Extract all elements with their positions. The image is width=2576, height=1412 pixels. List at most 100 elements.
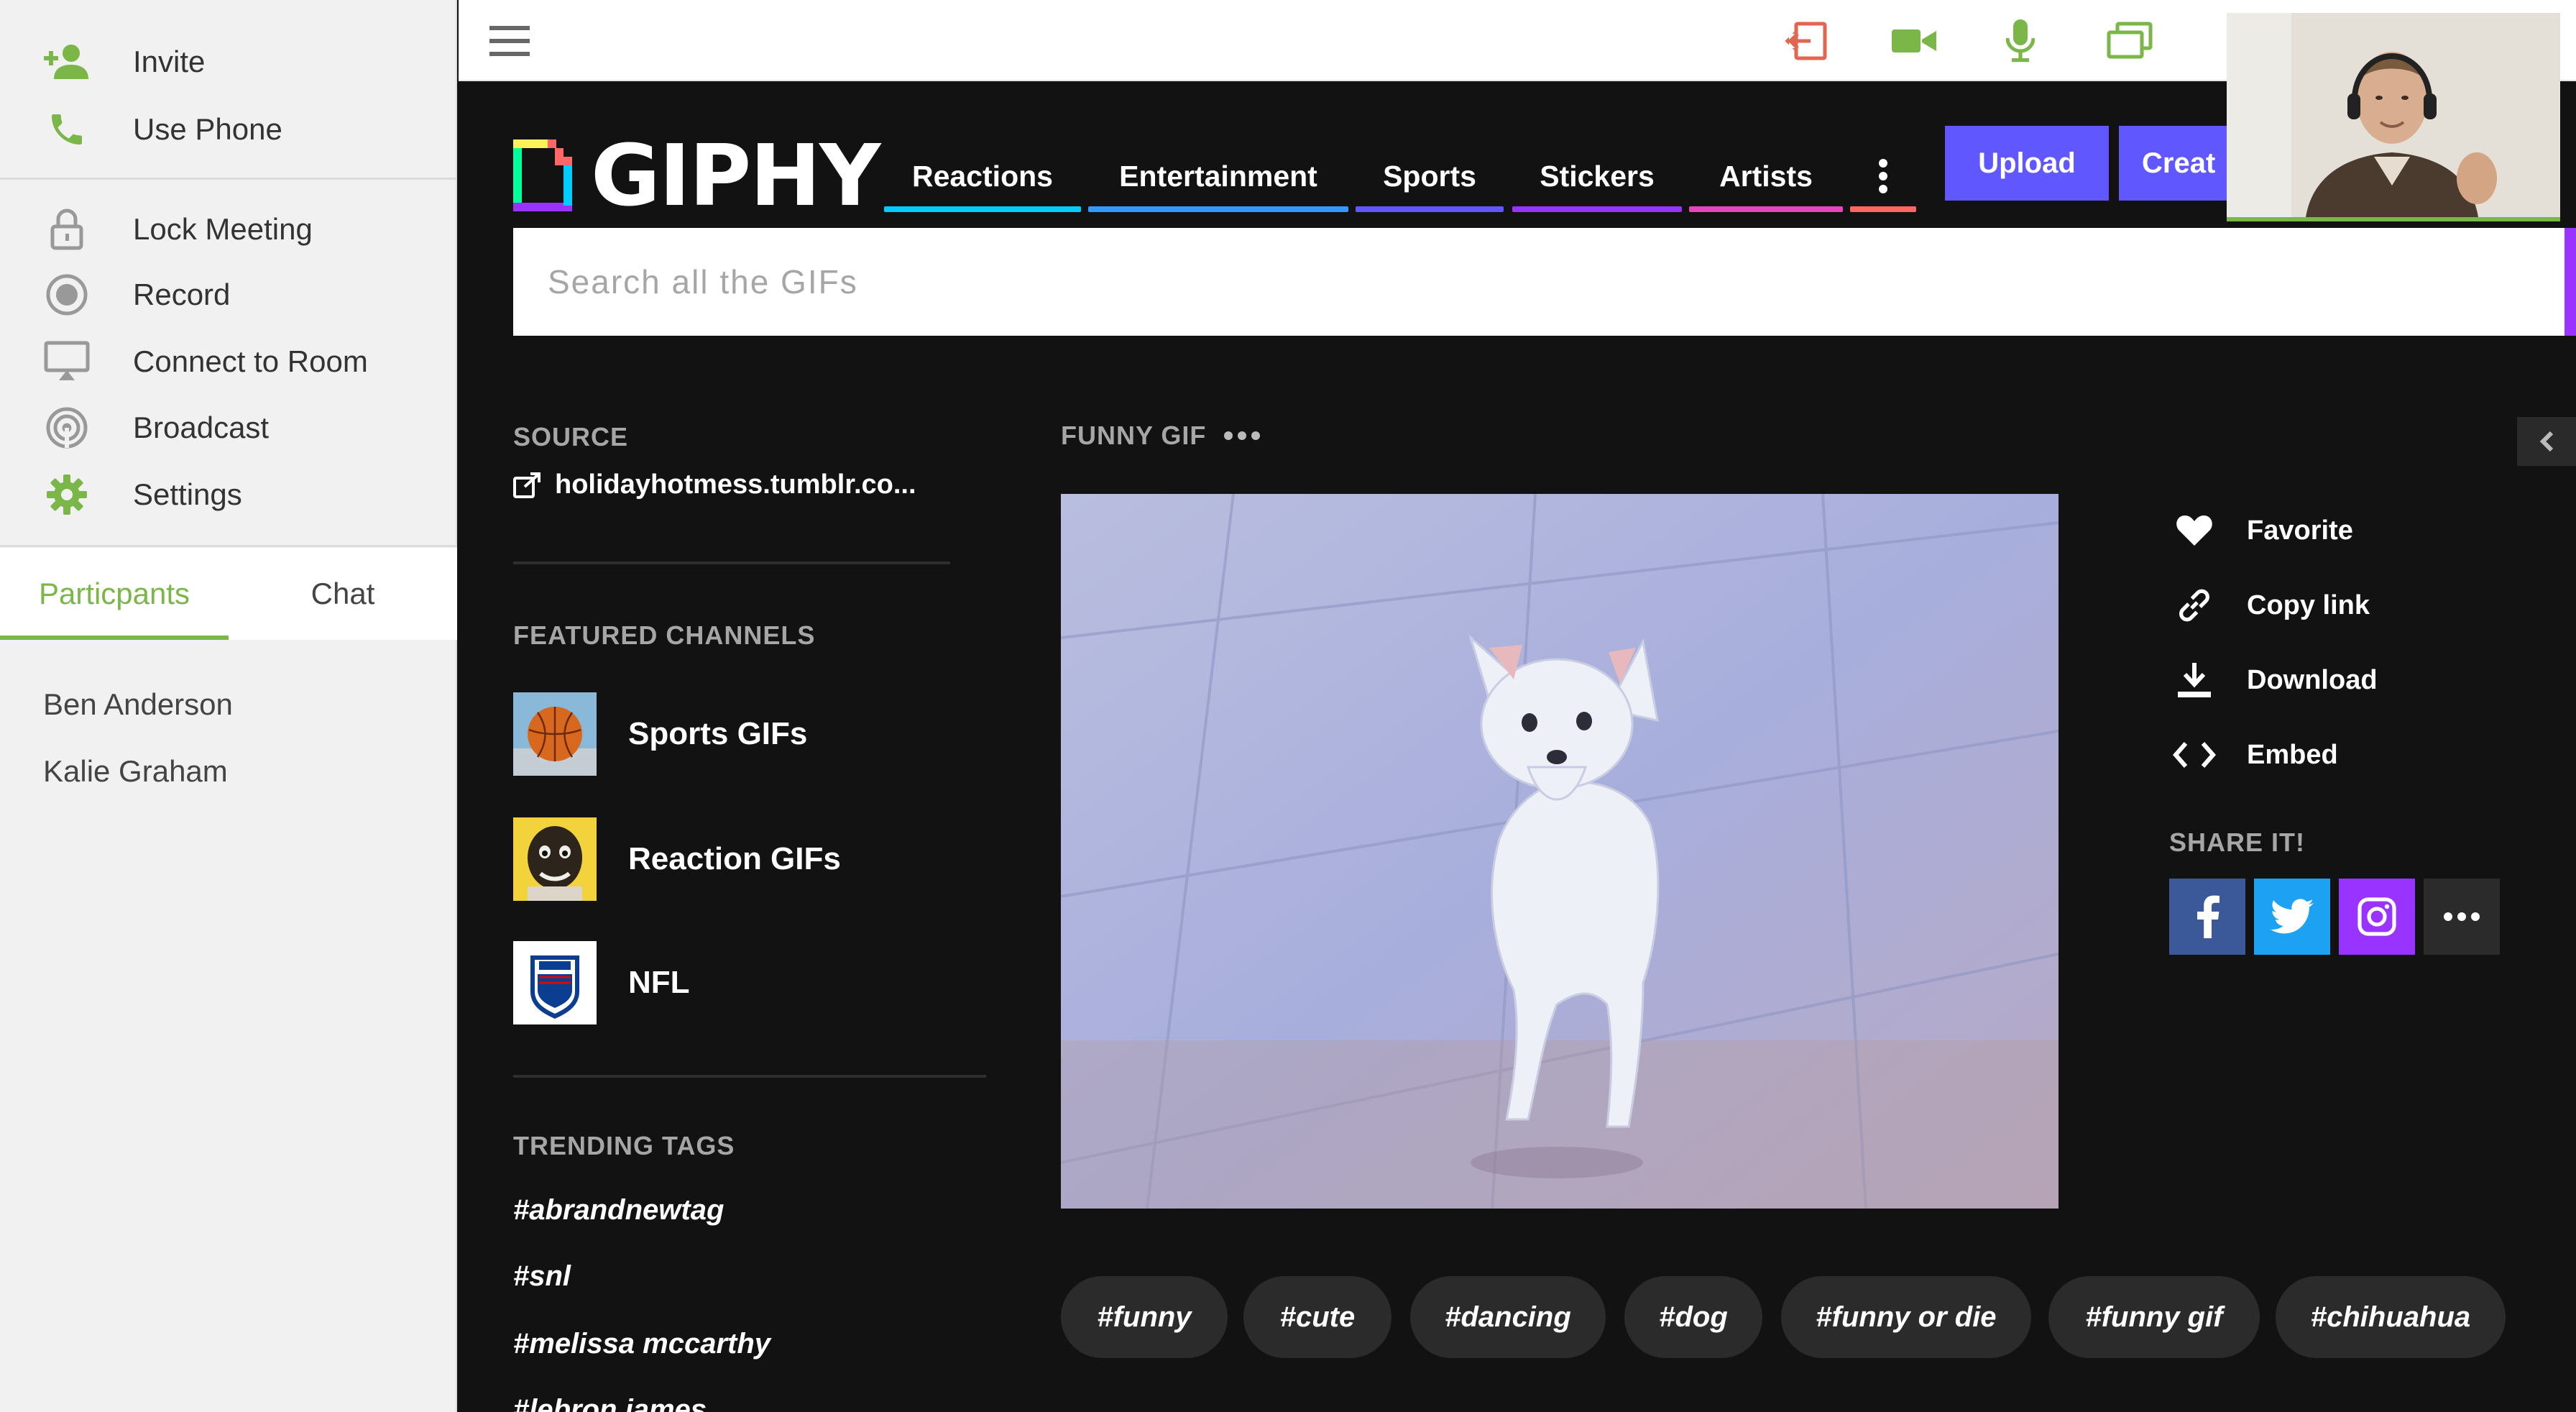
menu-item-label: Invite bbox=[133, 45, 206, 78]
twitter-share-button[interactable] bbox=[2254, 879, 2330, 955]
source-header: SOURCE bbox=[513, 422, 629, 451]
embed-action[interactable]: Embed bbox=[2171, 731, 2338, 779]
gif-tag[interactable]: #cute bbox=[1243, 1276, 1392, 1358]
trending-tag[interactable]: #lebron james bbox=[513, 1394, 707, 1412]
record-menu-item[interactable]: Record bbox=[0, 266, 457, 324]
menu-item-label: Broadcast bbox=[133, 411, 270, 444]
nav-underline bbox=[1850, 206, 1916, 212]
create-button[interactable]: Creat bbox=[2119, 126, 2227, 201]
gif-tag[interactable]: #dancing bbox=[1410, 1276, 1606, 1358]
gif-tag[interactable]: #funny gif bbox=[2048, 1276, 2260, 1358]
nav-underline bbox=[884, 206, 1081, 212]
action-label: Favorite bbox=[2247, 515, 2353, 546]
menu-item-label: Use Phone bbox=[133, 112, 282, 146]
gif-tag[interactable]: #funny bbox=[1061, 1276, 1228, 1358]
nav-label: Stickers bbox=[1540, 159, 1655, 193]
gif-title-row: FUNNY GIF bbox=[1061, 421, 1261, 451]
nav-sports[interactable]: Sports bbox=[1356, 140, 1504, 212]
channel-name: NFL bbox=[628, 965, 690, 1000]
nav-more[interactable] bbox=[1850, 140, 1916, 212]
record-icon bbox=[42, 270, 92, 320]
collapse-panel-button[interactable] bbox=[2517, 417, 2576, 466]
giphy-logo[interactable]: GIPHY bbox=[513, 126, 880, 225]
screen-share-icon[interactable] bbox=[2104, 16, 2155, 66]
download-action[interactable]: Download bbox=[2171, 656, 2378, 704]
invite-menu-item[interactable]: Invite bbox=[0, 33, 457, 91]
participant-item[interactable]: Kalie Graham bbox=[43, 754, 228, 789]
gif-image[interactable] bbox=[1061, 494, 2058, 1209]
giphy-page: GIPHY Reactions Entertainment Sports Sti… bbox=[459, 83, 2576, 1412]
featured-channels-header: FEATURED CHANNELS bbox=[513, 620, 816, 650]
monitor-icon bbox=[42, 336, 92, 387]
download-icon bbox=[2171, 656, 2218, 704]
instagram-icon bbox=[2358, 897, 2396, 936]
gif-title: FUNNY GIF bbox=[1061, 421, 1207, 450]
source-link[interactable]: holidayhotmess.tumblr.co... bbox=[513, 469, 916, 500]
channel-avatar bbox=[513, 817, 597, 901]
heart-icon bbox=[2171, 507, 2218, 554]
divider bbox=[513, 1075, 986, 1078]
trending-tag[interactable]: #melissa mccarthy bbox=[513, 1328, 770, 1360]
nav-label: Entertainment bbox=[1119, 159, 1317, 193]
instagram-share-button[interactable] bbox=[2339, 879, 2415, 955]
more-options-icon[interactable] bbox=[1223, 431, 1261, 441]
search-accent-bar bbox=[2564, 228, 2576, 336]
microphone-icon[interactable] bbox=[1995, 16, 2046, 66]
tab-chat[interactable]: Chat bbox=[229, 548, 457, 640]
leave-icon[interactable] bbox=[1781, 16, 1831, 66]
self-video-thumbnail[interactable] bbox=[2227, 13, 2560, 221]
channel-nfl[interactable]: NFL bbox=[513, 941, 690, 1024]
facebook-icon bbox=[2197, 895, 2220, 938]
lock-icon bbox=[42, 204, 92, 255]
settings-menu-item[interactable]: Settings bbox=[0, 466, 457, 523]
facebook-share-button[interactable] bbox=[2169, 879, 2245, 955]
channel-name: Reaction GIFs bbox=[628, 841, 841, 876]
nav-label: Reactions bbox=[912, 159, 1053, 193]
more-share-button[interactable] bbox=[2424, 879, 2500, 955]
broadcast-menu-item[interactable]: Broadcast bbox=[0, 399, 457, 457]
favorite-action[interactable]: Favorite bbox=[2171, 507, 2353, 554]
sidebar-divider bbox=[0, 178, 457, 180]
gif-tag[interactable]: #dog bbox=[1624, 1276, 1762, 1358]
channel-name: Sports GIFs bbox=[628, 716, 808, 751]
nav-underline bbox=[1512, 206, 1682, 212]
nav-entertainment[interactable]: Entertainment bbox=[1088, 140, 1348, 212]
nav-label: Artists bbox=[1719, 159, 1813, 193]
gif-tag[interactable]: #funny or die bbox=[1781, 1276, 2031, 1358]
menu-item-label: Record bbox=[133, 278, 231, 311]
menu-item-label: Settings bbox=[133, 477, 242, 511]
giphy-logo-mark bbox=[513, 139, 572, 211]
nav-underline bbox=[1689, 206, 1843, 212]
trending-tag[interactable]: #abrandnewtag bbox=[513, 1194, 724, 1227]
trending-tag[interactable]: #snl bbox=[513, 1260, 571, 1293]
channel-reaction-gifs[interactable]: Reaction GIFs bbox=[513, 817, 841, 901]
connect-to-room-menu-item[interactable]: Connect to Room bbox=[0, 333, 457, 390]
active-tab-indicator bbox=[0, 636, 229, 640]
nav-artists[interactable]: Artists bbox=[1689, 140, 1843, 212]
tab-participants[interactable]: Particpants bbox=[0, 548, 229, 640]
search-input[interactable] bbox=[513, 228, 2569, 336]
channel-sports-gifs[interactable]: Sports GIFs bbox=[513, 692, 807, 776]
meeting-sidebar: Invite Use Phone Lock Meeting Record Con… bbox=[0, 0, 457, 1412]
use-phone-menu-item[interactable]: Use Phone bbox=[0, 101, 457, 158]
chevron-left-icon bbox=[2539, 431, 2554, 452]
nav-reactions[interactable]: Reactions bbox=[884, 140, 1081, 212]
gif-tag[interactable]: #chihuahua bbox=[2276, 1276, 2506, 1358]
menu-item-label: Connect to Room bbox=[133, 344, 368, 378]
participant-item[interactable]: Ben Anderson bbox=[43, 687, 233, 722]
giphy-logo-text: GIPHY bbox=[591, 126, 880, 225]
trending-tags-header: TRENDING TAGS bbox=[513, 1131, 735, 1160]
nav-stickers[interactable]: Stickers bbox=[1512, 140, 1682, 212]
hamburger-menu-icon[interactable] bbox=[484, 16, 535, 66]
copy-link-action[interactable]: Copy link bbox=[2171, 582, 2370, 629]
add-person-icon bbox=[42, 37, 92, 87]
nav-underline bbox=[1088, 206, 1348, 212]
lock-meeting-menu-item[interactable]: Lock Meeting bbox=[0, 201, 457, 258]
divider bbox=[513, 561, 950, 564]
nav-underline bbox=[1356, 206, 1504, 212]
gear-icon bbox=[42, 469, 92, 520]
upload-button[interactable]: Upload bbox=[1945, 126, 2109, 201]
action-label: Copy link bbox=[2247, 590, 2370, 620]
video-camera-icon[interactable] bbox=[1889, 16, 1939, 66]
source-link-text: holidayhotmess.tumblr.co... bbox=[555, 469, 916, 500]
